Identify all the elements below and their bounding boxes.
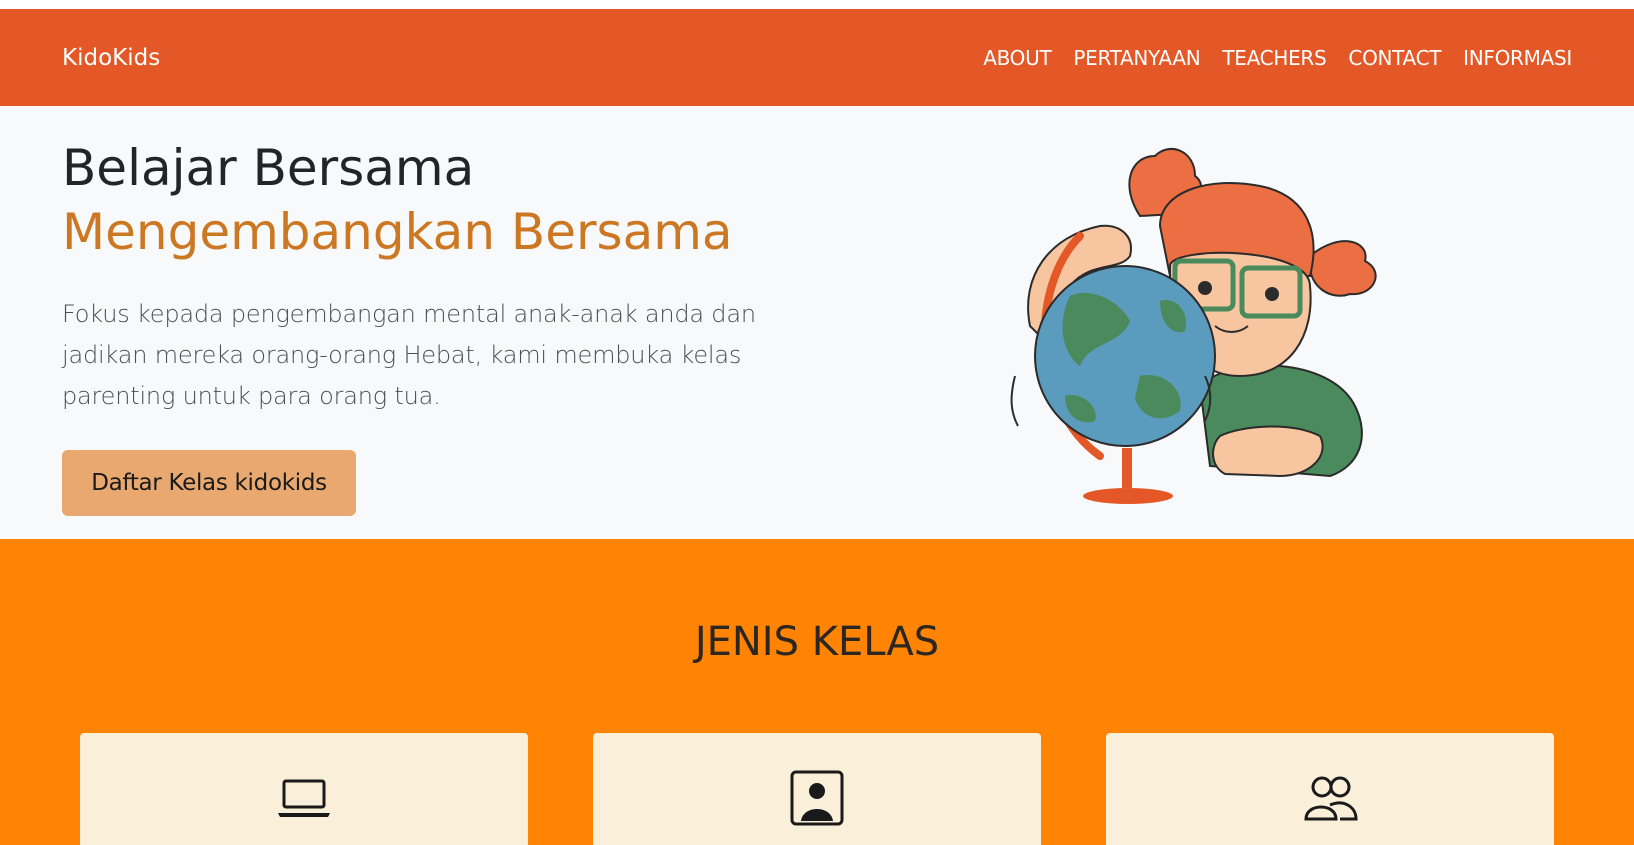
top-strip [0,0,1634,9]
nav-link-informasi[interactable]: INFORMASI [1463,46,1572,70]
section-title: JENIS KELAS [694,619,940,665]
class-card-group[interactable] [1106,733,1554,845]
nav-link-teachers[interactable]: TEACHERS [1222,46,1326,70]
hero-title: Belajar Bersama Mengembangkan Bersama [62,136,862,264]
hero-text: Belajar Bersama Mengembangkan Bersama Fo… [62,136,862,417]
hero-title-line1: Belajar Bersama [62,139,475,197]
hero-description: Fokus kepada pengembangan mental anak-an… [62,300,756,410]
nav-links: ABOUT PERTANYAAN TEACHERS CONTACT INFORM… [961,46,1572,70]
people-icon [1304,776,1358,821]
class-card-private[interactable] [593,733,1041,845]
person-square-icon [790,770,844,826]
navbar: KidoKids ABOUT PERTANYAAN TEACHERS CONTA… [0,9,1634,106]
hero-title-accent: Mengembangkan Bersama [62,203,733,261]
laptop-icon [278,779,330,817]
hero-section: Belajar Bersama Mengembangkan Bersama Fo… [0,106,1634,539]
class-card-online[interactable] [80,733,528,845]
nav-link-contact[interactable]: CONTACT [1348,46,1441,70]
register-class-button[interactable]: Daftar Kelas kidokids [62,450,356,516]
child-with-globe-illustration [1010,147,1377,504]
classes-section: JENIS KELAS [0,539,1634,845]
nav-link-about[interactable]: ABOUT [983,46,1051,70]
brand-logo[interactable]: KidoKids [62,45,160,71]
nav-link-pertanyaan[interactable]: PERTANYAAN [1073,46,1200,70]
